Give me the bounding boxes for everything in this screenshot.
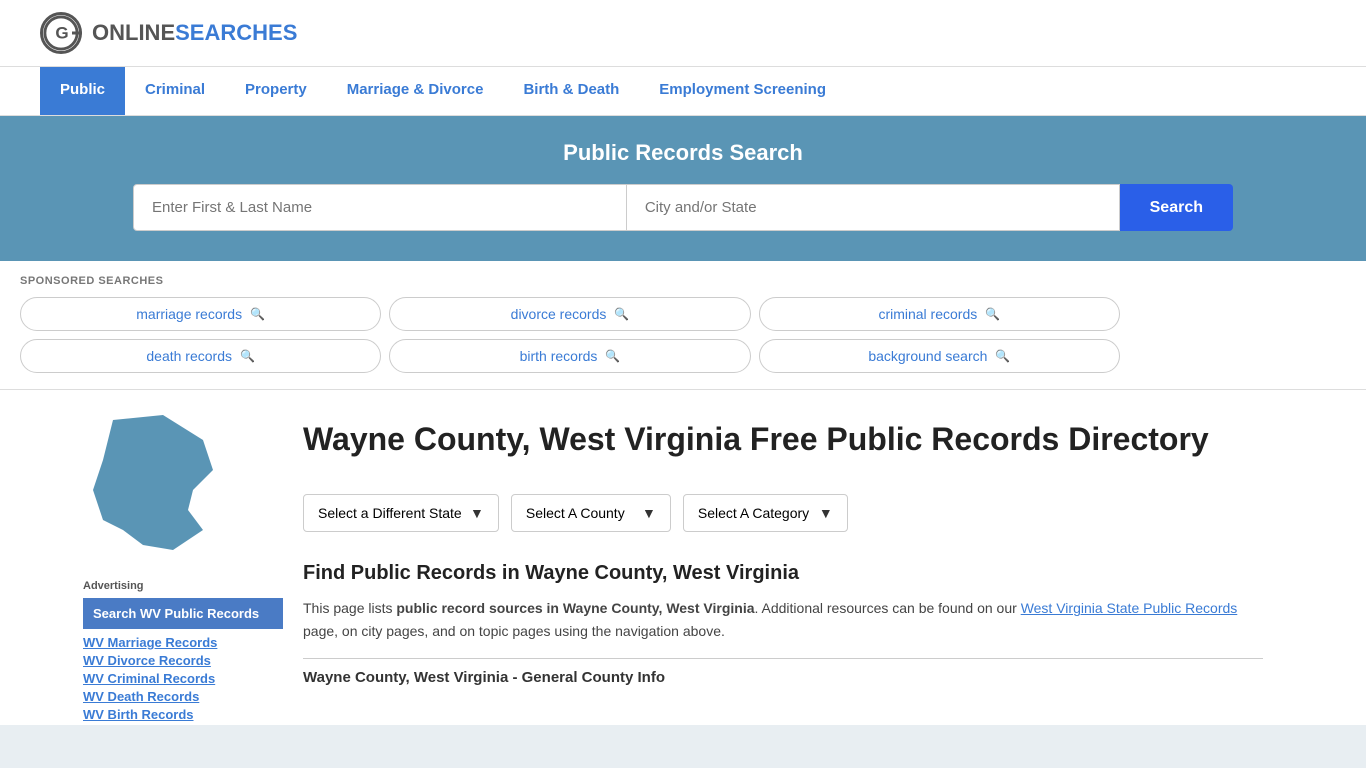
logo: G ONLINESEARCHES	[40, 12, 297, 54]
sponsored-tag-death[interactable]: death records 🔍	[20, 339, 381, 373]
nav-inner: Public Criminal Property Marriage & Divo…	[0, 67, 1366, 115]
state-dropdown[interactable]: Select a Different State	[318, 505, 462, 521]
nav-public[interactable]: Public	[40, 67, 125, 115]
page-title-block: Wayne County, West Virginia Free Public …	[303, 410, 1209, 458]
find-section: Find Public Records in Wayne County, Wes…	[303, 552, 1263, 696]
sidebar-link-1[interactable]: WV Divorce Records	[83, 653, 283, 668]
category-dropdown[interactable]: Select A Category	[698, 505, 811, 521]
sidebar-link-3[interactable]: WV Death Records	[83, 689, 283, 704]
nav-criminal[interactable]: Criminal	[125, 67, 225, 115]
find-text-1: This page lists	[303, 600, 396, 616]
sponsored-label: SPONSORED SEARCHES	[20, 275, 1346, 287]
find-text-bold: public record sources in Wayne County, W…	[396, 600, 754, 616]
search-banner: Public Records Search Search	[0, 116, 1366, 261]
search-banner-title: Public Records Search	[40, 140, 1326, 166]
nav: Public Criminal Property Marriage & Divo…	[0, 67, 1366, 116]
find-title: Find Public Records in Wayne County, Wes…	[303, 562, 1263, 585]
chevron-down-icon-3: ▼	[819, 505, 833, 521]
nav-marriage-divorce[interactable]: Marriage & Divorce	[327, 67, 504, 115]
sponsored-section: SPONSORED SEARCHES marriage records 🔍 di…	[0, 261, 1366, 390]
sidebar-link-2[interactable]: WV Criminal Records	[83, 671, 283, 686]
search-icon-3: 🔍	[240, 349, 255, 363]
search-form: Search	[133, 184, 1233, 231]
sponsored-tag-criminal[interactable]: criminal records 🔍	[759, 297, 1120, 331]
state-dropdown-wrapper[interactable]: Select a Different State ▼	[303, 494, 499, 532]
find-text: This page lists public record sources in…	[303, 597, 1263, 642]
sponsored-tag-marriage[interactable]: marriage records 🔍	[20, 297, 381, 331]
search-icon-1: 🔍	[614, 307, 629, 321]
main-content: Wayne County, West Virginia Free Public …	[283, 390, 1283, 725]
find-text-3: page, on city pages, and on topic pages …	[303, 623, 725, 639]
chevron-down-icon: ▼	[470, 505, 484, 521]
sidebar-active-link[interactable]: Search WV Public Records	[83, 598, 283, 629]
search-icon-2: 🔍	[985, 307, 1000, 321]
sidebar-link-0[interactable]: WV Marriage Records	[83, 635, 283, 650]
header: G ONLINESEARCHES	[0, 0, 1366, 67]
county-dropdown-wrapper[interactable]: Select A County ▼	[511, 494, 671, 532]
page-title: Wayne County, West Virginia Free Public …	[303, 410, 1209, 458]
dropdowns-row: Select a Different State ▼ Select A Coun…	[303, 494, 1263, 532]
sponsored-grid: marriage records 🔍 divorce records 🔍 cri…	[20, 297, 1120, 373]
location-input[interactable]	[627, 184, 1120, 231]
sidebar-link-4[interactable]: WV Birth Records	[83, 707, 283, 722]
logo-text: ONLINESEARCHES	[92, 20, 297, 46]
county-dropdown[interactable]: Select A County	[526, 505, 634, 521]
county-info-title: Wayne County, West Virginia - General Co…	[303, 658, 1263, 686]
sidebar: Advertising Search WV Public Records WV …	[83, 390, 283, 725]
sponsored-tag-background[interactable]: background search 🔍	[759, 339, 1120, 373]
search-icon-5: 🔍	[995, 349, 1010, 363]
nav-employment-screening[interactable]: Employment Screening	[639, 67, 846, 115]
nav-birth-death[interactable]: Birth & Death	[503, 67, 639, 115]
sponsored-tag-divorce[interactable]: divorce records 🔍	[389, 297, 750, 331]
category-dropdown-wrapper[interactable]: Select A Category ▼	[683, 494, 848, 532]
search-button[interactable]: Search	[1120, 184, 1233, 231]
chevron-down-icon-2: ▼	[642, 505, 656, 521]
main-container: Advertising Search WV Public Records WV …	[63, 390, 1303, 725]
search-icon-0: 🔍	[250, 307, 265, 321]
search-icon-4: 🔍	[605, 349, 620, 363]
sidebar-ad-label: Advertising	[83, 580, 283, 592]
state-map	[83, 410, 223, 560]
logo-icon: G	[40, 12, 82, 54]
nav-property[interactable]: Property	[225, 67, 327, 115]
title-area: Wayne County, West Virginia Free Public …	[303, 390, 1263, 478]
below-banner: SPONSORED SEARCHES marriage records 🔍 di…	[0, 261, 1366, 725]
find-text-2: . Additional resources can be found on o…	[755, 600, 1021, 616]
find-link[interactable]: West Virginia State Public Records	[1021, 600, 1238, 616]
sponsored-tag-birth[interactable]: birth records 🔍	[389, 339, 750, 373]
svg-text:G: G	[55, 24, 68, 43]
name-input[interactable]	[133, 184, 627, 231]
